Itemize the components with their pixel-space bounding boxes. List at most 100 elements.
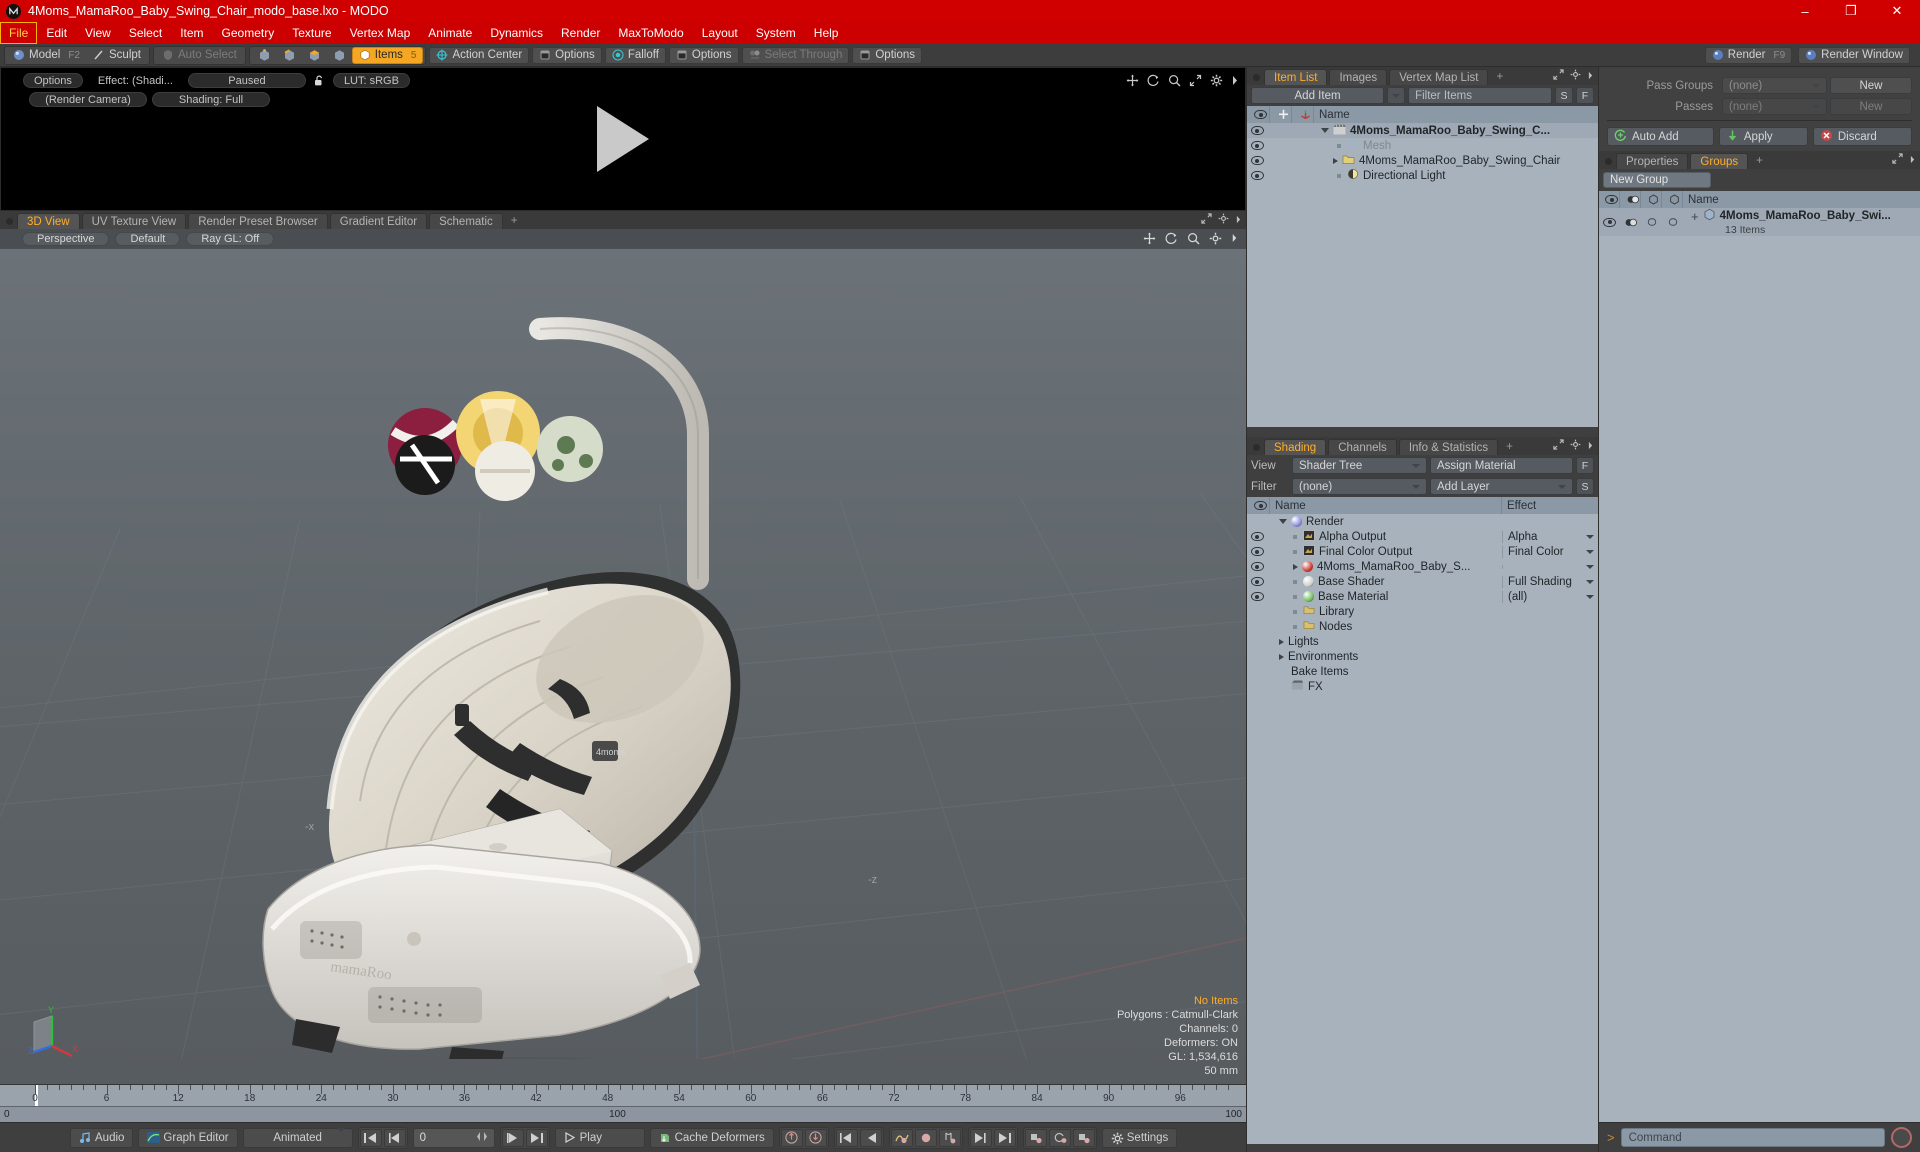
row-wireframe-toggle[interactable]: [1641, 216, 1662, 228]
expand-icon[interactable]: [1892, 153, 1903, 167]
table-row[interactable]: Bake Items: [1247, 664, 1598, 679]
new-group-button[interactable]: New Group: [1603, 172, 1711, 188]
shader-view-select[interactable]: Shader Tree: [1292, 457, 1427, 474]
row-visibility-toggle[interactable]: [1247, 562, 1267, 571]
viewport-perspective-button[interactable]: Perspective: [22, 232, 110, 246]
preview-camera-button[interactable]: (Render Camera): [29, 92, 147, 107]
expand-icon[interactable]: [1553, 69, 1564, 83]
zoom-icon[interactable]: [1187, 232, 1200, 248]
col-visibility[interactable]: [1247, 497, 1270, 514]
tab-groups[interactable]: Groups: [1690, 153, 1749, 169]
menu-view[interactable]: View: [76, 22, 120, 44]
menu-system[interactable]: System: [747, 22, 805, 44]
timeline-range-bar[interactable]: 0 100 100: [0, 1106, 1246, 1122]
row-visibility-toggle[interactable]: [1599, 217, 1620, 227]
shader-tree-body[interactable]: Render Alpha Output Alpha Final Color Outpu…: [1247, 514, 1598, 1144]
assign-material-button[interactable]: Assign Material: [1430, 457, 1573, 474]
frame-stepper-icon[interactable]: [476, 1131, 488, 1144]
maximize-button[interactable]: ❐: [1828, 0, 1874, 22]
prev-key-start-button[interactable]: [835, 1128, 858, 1147]
tab-add-button[interactable]: +: [505, 213, 524, 229]
item-list-tab-add[interactable]: +: [1490, 69, 1509, 85]
col-wireframe[interactable]: [1641, 191, 1662, 208]
table-row[interactable]: 4Moms_MamaRoo_Baby_Swing_C...: [1247, 123, 1598, 138]
tab-channels[interactable]: Channels: [1328, 439, 1397, 455]
row-visibility-toggle[interactable]: [1247, 577, 1267, 586]
col-solid[interactable]: [1662, 191, 1683, 208]
row-solid-toggle[interactable]: [1662, 216, 1683, 228]
gear-icon[interactable]: [1570, 69, 1581, 83]
sculpt-mode-button[interactable]: Sculpt: [87, 47, 147, 64]
pass-groups-select[interactable]: (none): [1722, 77, 1827, 94]
close-button[interactable]: ✕: [1874, 0, 1920, 22]
collapse-arrow-icon[interactable]: [1279, 653, 1284, 660]
key-rotate-button[interactable]: [1048, 1128, 1071, 1147]
panel-menu-icon[interactable]: [1587, 439, 1594, 453]
table-row[interactable]: FX: [1247, 679, 1598, 694]
row-visibility-toggle[interactable]: [1247, 141, 1267, 150]
menu-file[interactable]: File: [0, 22, 38, 44]
col-lock[interactable]: [1270, 106, 1292, 123]
auto-select-button[interactable]: Auto Select: [156, 47, 243, 64]
current-frame-input[interactable]: 0: [412, 1127, 495, 1148]
menu-select[interactable]: Select: [120, 22, 171, 44]
create-key-button[interactable]: [914, 1128, 937, 1147]
shader-effect-select[interactable]: (all): [1502, 590, 1598, 603]
table-row[interactable]: Final Color Output Final Color: [1247, 544, 1598, 559]
model-mode-button[interactable]: Model F2: [7, 47, 86, 64]
prev-keyframe-button[interactable]: [383, 1128, 406, 1147]
create-key-curve-button[interactable]: [890, 1128, 913, 1147]
preview-lut-button[interactable]: LUT: sRGB: [332, 73, 410, 88]
pan-icon[interactable]: [1126, 74, 1139, 90]
key-square-button[interactable]: [1072, 1128, 1095, 1147]
action-center-button[interactable]: Action Center: [429, 46, 530, 64]
tab-gradient-editor[interactable]: Gradient Editor: [329, 213, 428, 229]
col-visibility[interactable]: [1247, 106, 1270, 123]
tab-images[interactable]: Images: [1329, 69, 1388, 85]
menu-edit[interactable]: Edit: [37, 22, 76, 44]
render-button[interactable]: Render F9: [1704, 46, 1793, 64]
col-transform[interactable]: [1292, 106, 1314, 123]
col-shading[interactable]: [1620, 191, 1641, 208]
key-down-button[interactable]: [804, 1128, 827, 1147]
goto-end-button[interactable]: [525, 1128, 548, 1147]
tab-schematic[interactable]: Schematic: [429, 213, 503, 229]
gear-icon[interactable]: [1210, 74, 1223, 90]
select-through-button[interactable]: Select Through: [741, 46, 850, 64]
rotate-icon[interactable]: [1147, 74, 1160, 90]
render-window-button[interactable]: Render Window: [1798, 46, 1910, 64]
action-center-options-button[interactable]: Options: [532, 46, 602, 64]
panel-menu-icon[interactable]: [1231, 75, 1239, 89]
gear-icon[interactable]: [1570, 439, 1581, 453]
pass-groups-new-button[interactable]: New: [1830, 77, 1912, 94]
materials-mode-button[interactable]: [327, 47, 351, 64]
groups-tab-add[interactable]: +: [1750, 153, 1769, 169]
filter-f-button[interactable]: F: [1576, 87, 1594, 104]
mamaroo-swing-model[interactable]: 4moms mamaRoo: [0, 249, 1246, 1059]
auto-add-button[interactable]: Auto Add: [1607, 127, 1714, 146]
item-list-body[interactable]: 4Moms_MamaRoo_Baby_Swing_C... Mesh 4Moms…: [1247, 123, 1598, 427]
shading-tab-add[interactable]: +: [1500, 439, 1519, 455]
shader-effect-select[interactable]: [1502, 564, 1598, 569]
table-row[interactable]: Lights: [1247, 634, 1598, 649]
items-mode-button[interactable]: Items 5: [351, 46, 424, 64]
group-expand-plus[interactable]: +: [1691, 209, 1699, 224]
delete-key-button[interactable]: [938, 1128, 961, 1147]
edges-mode-button[interactable]: [277, 47, 301, 64]
preview-shading-button[interactable]: Shading: Full: [152, 92, 270, 107]
tab-item-list[interactable]: Item List: [1264, 69, 1328, 85]
row-visibility-toggle[interactable]: [1247, 532, 1267, 541]
prev-key-button[interactable]: [859, 1128, 882, 1147]
row-shading-toggle[interactable]: [1620, 217, 1641, 228]
add-item-dropdown[interactable]: [1387, 87, 1406, 104]
menu-maxtomodo[interactable]: MaxToModo: [609, 22, 692, 44]
add-layer-select[interactable]: Add Layer: [1430, 478, 1573, 495]
graph-editor-button[interactable]: Graph Editor: [138, 1127, 238, 1148]
unlock-icon[interactable]: [311, 73, 328, 88]
key-range-start-button[interactable]: [969, 1128, 992, 1147]
apply-button[interactable]: Apply: [1718, 127, 1808, 146]
key-up-button[interactable]: [780, 1128, 803, 1147]
fit-icon[interactable]: [1189, 74, 1202, 90]
falloff-options-button[interactable]: Options: [668, 46, 739, 64]
panel-menu-icon[interactable]: [1909, 153, 1916, 167]
